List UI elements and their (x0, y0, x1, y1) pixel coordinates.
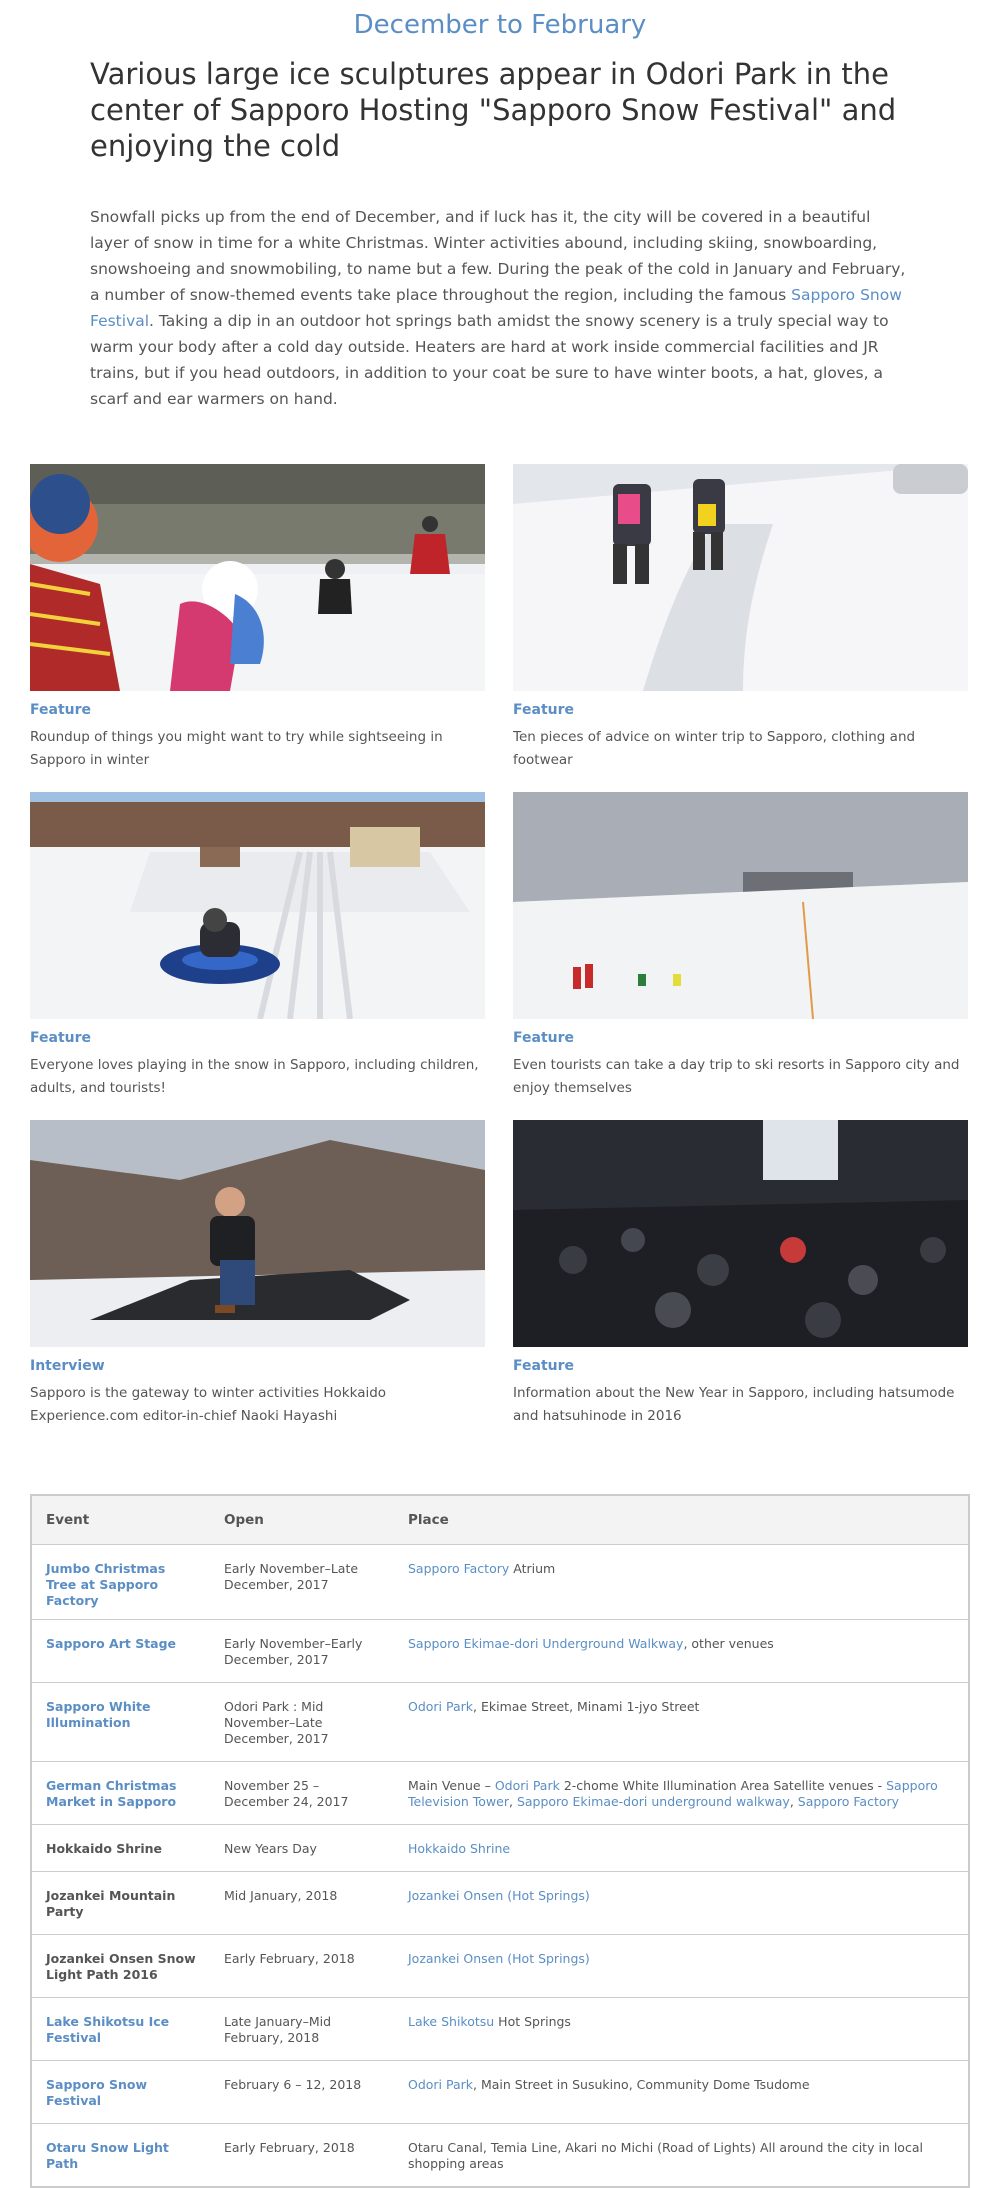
card-category[interactable]: Feature (30, 1030, 485, 1046)
table-row: Sapporo Snow Festival February 6 – 12, 20… (32, 2060, 968, 2124)
feature-card[interactable]: Feature Information about the New Year i… (513, 1120, 968, 1428)
card-description[interactable]: Even tourists can take a day trip to ski… (513, 1054, 968, 1100)
table-header-row: Event Open Place (32, 1496, 968, 1545)
card-description[interactable]: Roundup of things you might want to try … (30, 726, 485, 772)
card-description[interactable]: Everyone loves playing in the snow in Sa… (30, 1054, 485, 1100)
feature-image-winter-play[interactable] (30, 464, 485, 691)
place-link[interactable]: Sapporo Ekimae-dori underground walkway (517, 1794, 790, 1809)
event-name[interactable]: Sapporo White Illumination (32, 1682, 210, 1762)
table-row: Jozankei Mountain Party Mid January, 2018… (32, 1871, 968, 1935)
event-open-dates: Late January–Mid February, 2018 (210, 1997, 394, 2061)
table-row: Sapporo White Illumination Odori Park : M… (32, 1682, 968, 1762)
place-text: , Main Street in Susukino, Community Dom… (473, 2076, 810, 2092)
events-table-container: Event Open Place Jumbo Christmas Tree at… (30, 1494, 970, 2188)
place-link[interactable]: Sapporo Factory (798, 1794, 899, 1809)
event-place: Odori Park, Ekimae Street, Minami 1-jyo … (394, 1682, 968, 1762)
event-place: Odori Park, Main Street in Susukino, Com… (394, 2060, 968, 2124)
event-place: Hokkaido Shrine (394, 1824, 968, 1872)
place-link[interactable]: Odori Park (495, 1778, 560, 1793)
card-description[interactable]: Ten pieces of advice on winter trip to S… (513, 726, 968, 772)
event-name[interactable]: Jumbo Christmas Tree at Sapporo Factory (32, 1544, 210, 1620)
event-open-dates: Odori Park : Mid November–Late December,… (210, 1682, 394, 1762)
card-category[interactable]: Feature (513, 1030, 968, 1046)
event-open-dates: February 6 – 12, 2018 (210, 2060, 394, 2124)
card-category[interactable]: Feature (513, 1358, 968, 1374)
place-link[interactable]: Lake Shikotsu (408, 2014, 494, 2029)
feature-card[interactable]: Feature Roundup of things you might want… (30, 464, 485, 772)
place-link[interactable]: Sapporo Factory (408, 1561, 509, 1576)
event-name[interactable]: Otaru Snow Light Path (32, 2123, 210, 2186)
event-name[interactable]: Lake Shikotsu Ice Festival (32, 1997, 210, 2061)
event-place: Sapporo Ekimae-dori Underground Walkway,… (394, 1619, 968, 1683)
season-intro: Snowfall picks up from the end of Decemb… (90, 204, 910, 412)
event-open-dates: Mid January, 2018 (210, 1871, 394, 1935)
feature-image-new-year-crowd[interactable] (513, 1120, 968, 1347)
table-row: Jumbo Christmas Tree at Sapporo Factory E… (32, 1544, 968, 1620)
feature-image-snowmobile[interactable] (30, 1120, 485, 1347)
event-place: Jozankei Onsen (Hot Springs) (394, 1934, 968, 1998)
feature-image-snow-path[interactable] (513, 464, 968, 691)
place-text: Otaru Canal, Temia Line, Akari no Michi … (408, 2139, 923, 2171)
season-headline: Various large ice sculptures appear in O… (90, 57, 897, 163)
event-name[interactable]: Sapporo Snow Festival (32, 2060, 210, 2124)
place-text: 2-chome White Illumination Area Satellit… (559, 1777, 887, 1793)
event-name[interactable]: German Christmas Market in Sapporo (32, 1761, 210, 1825)
feature-card[interactable]: Feature Even tourists can take a day tri… (513, 792, 968, 1100)
place-link[interactable]: Odori Park (408, 2077, 473, 2092)
header-place: Place (394, 1496, 968, 1545)
feature-card[interactable]: Feature Ten pieces of advice on winter t… (513, 464, 968, 772)
intro-text-2: . Taking a dip in an outdoor hot springs… (90, 312, 889, 408)
event-open-dates: New Years Day (210, 1824, 394, 1872)
feature-image-snow-tubing[interactable] (30, 792, 485, 1019)
card-category[interactable]: Feature (30, 702, 485, 718)
event-open-dates: November 25 – December 24, 2017 (210, 1761, 394, 1825)
card-description[interactable]: Sapporo is the gateway to winter activit… (30, 1382, 485, 1428)
table-row: Lake Shikotsu Ice Festival Late January–M… (32, 1997, 968, 2061)
event-place: Sapporo Factory Atrium (394, 1544, 968, 1620)
place-link[interactable]: Odori Park (408, 1699, 473, 1714)
feature-image-ski-resort[interactable] (513, 792, 968, 1019)
header-open: Open (210, 1496, 394, 1545)
place-link[interactable]: Sapporo Ekimae-dori Underground Walkway (408, 1636, 683, 1651)
place-text: , (508, 1793, 517, 1809)
table-row: Otaru Snow Light Path Early February, 201… (32, 2123, 968, 2186)
table-row: German Christmas Market in Sapporo Novemb… (32, 1761, 968, 1825)
event-name: Jozankei Onsen Snow Light Path 2016 (32, 1934, 210, 1998)
intro-text-1: Snowfall picks up from the end of Decemb… (90, 208, 906, 304)
place-text: , Ekimae Street, Minami 1-jyo Street (473, 1698, 700, 1714)
event-name: Hokkaido Shrine (32, 1824, 210, 1872)
card-category[interactable]: Interview (30, 1358, 485, 1374)
table-row: Jozankei Onsen Snow Light Path 2016 Early… (32, 1934, 968, 1998)
place-link[interactable]: Jozankei Onsen (Hot Springs) (408, 1888, 590, 1903)
table-row: Hokkaido Shrine New Years Day Hokkaido Shr… (32, 1824, 968, 1872)
event-name[interactable]: Sapporo Art Stage (32, 1619, 210, 1683)
event-place: Main Venue – Odori Park 2-chome White Il… (394, 1761, 968, 1825)
card-category[interactable]: Feature (513, 702, 968, 718)
place-link[interactable]: Hokkaido Shrine (408, 1841, 510, 1856)
season-period: December to February (353, 10, 647, 40)
feature-grid: Feature Roundup of things you might want… (30, 464, 970, 1428)
event-place: Otaru Canal, Temia Line, Akari no Michi … (394, 2123, 968, 2186)
event-place: Lake Shikotsu Hot Springs (394, 1997, 968, 2061)
place-text: Hot Springs (494, 2013, 571, 2029)
header-event: Event (32, 1496, 210, 1545)
place-text: Atrium (509, 1560, 556, 1576)
place-text: Main Venue – (408, 1777, 495, 1793)
place-link[interactable]: Jozankei Onsen (Hot Springs) (408, 1951, 590, 1966)
events-table: Event Open Place Jumbo Christmas Tree at… (32, 1496, 968, 2186)
event-open-dates: Early November–Early December, 2017 (210, 1619, 394, 1683)
event-open-dates: Early February, 2018 (224, 2139, 355, 2155)
table-row: Sapporo Art Stage Early November–Early De… (32, 1619, 968, 1683)
feature-card[interactable]: Interview Sapporo is the gateway to wint… (30, 1120, 485, 1428)
event-open-dates: Early November–Late December, 2017 (210, 1544, 394, 1620)
event-place: Jozankei Onsen (Hot Springs) (394, 1871, 968, 1935)
event-open-dates: Early February, 2018 (210, 1934, 394, 1998)
event-name: Jozankei Mountain Party (32, 1871, 210, 1935)
place-text: , other venues (683, 1635, 774, 1651)
card-description[interactable]: Information about the New Year in Sappor… (513, 1382, 968, 1428)
place-text: , (789, 1793, 798, 1809)
feature-card[interactable]: Feature Everyone loves playing in the sn… (30, 792, 485, 1100)
